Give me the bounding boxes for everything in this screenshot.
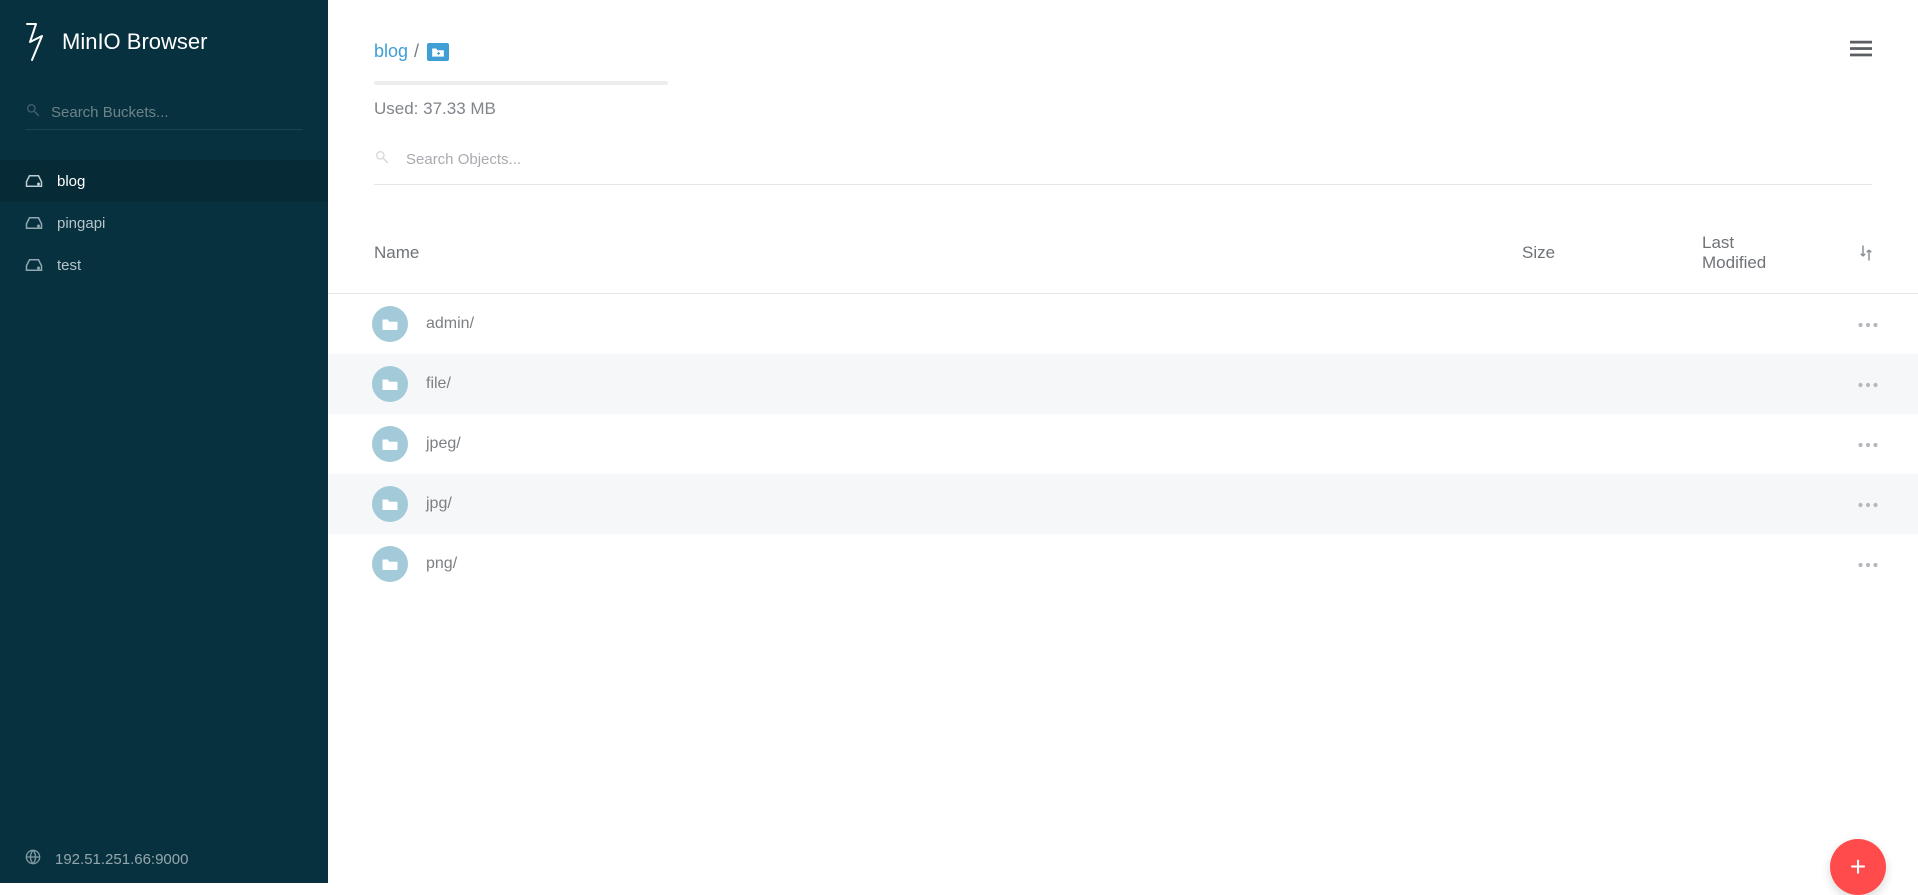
- table-body: admin/file/jpeg/jpg/png/: [328, 294, 1918, 594]
- sidebar-footer: 192.51.251.66:9000: [0, 835, 328, 883]
- folder-icon: [372, 546, 408, 582]
- breadcrumb-root[interactable]: blog: [374, 41, 408, 62]
- table-row[interactable]: admin/: [328, 294, 1918, 354]
- server-host: 192.51.251.66:9000: [55, 851, 188, 868]
- add-folder-button[interactable]: [427, 43, 449, 61]
- drive-icon: [25, 214, 43, 232]
- table-row[interactable]: jpg/: [328, 474, 1918, 534]
- folder-icon: [372, 306, 408, 342]
- app-title: MinIO Browser: [62, 29, 207, 55]
- table-row[interactable]: jpeg/: [328, 414, 1918, 474]
- bucket-label: blog: [57, 173, 85, 190]
- usage-text: Used: 37.33 MB: [374, 99, 1872, 119]
- minio-logo-icon: [20, 22, 48, 62]
- sort-icon[interactable]: [1860, 245, 1872, 261]
- row-menu-button[interactable]: [1858, 555, 1878, 573]
- search-icon: [374, 149, 390, 170]
- object-search-input[interactable]: [406, 151, 1872, 168]
- col-header-size[interactable]: Size: [1522, 243, 1702, 263]
- object-search-wrap: [374, 149, 1872, 185]
- col-header-name[interactable]: Name: [374, 243, 1522, 263]
- drive-icon: [25, 256, 43, 274]
- usage-bar: [374, 81, 668, 85]
- sidebar: MinIO Browser blog pingapi test: [0, 0, 328, 883]
- row-menu-button[interactable]: [1858, 315, 1878, 333]
- breadcrumb: blog /: [374, 41, 449, 62]
- col-header-modified[interactable]: Last Modified: [1702, 233, 1800, 273]
- object-name: png/: [426, 555, 457, 573]
- main: blog / Used: 37.33 MB Name Size Last Mod…: [328, 0, 1918, 883]
- bucket-search-wrap: [25, 102, 303, 130]
- table-row[interactable]: png/: [328, 534, 1918, 594]
- object-name: file/: [426, 375, 451, 393]
- drive-icon: [25, 172, 43, 190]
- row-menu-button[interactable]: [1858, 495, 1878, 513]
- bucket-list: blog pingapi test: [0, 160, 328, 286]
- usage-wrap: Used: 37.33 MB: [374, 81, 1872, 119]
- bucket-item-test[interactable]: test: [0, 244, 328, 286]
- object-name: admin/: [426, 315, 474, 333]
- folder-icon: [372, 426, 408, 462]
- folder-icon: [372, 366, 408, 402]
- top-row: blog /: [328, 0, 1918, 63]
- object-table: Name Size Last Modified admin/file/jpeg/…: [328, 215, 1918, 594]
- table-row[interactable]: file/: [328, 354, 1918, 414]
- row-menu-button[interactable]: [1858, 435, 1878, 453]
- object-name: jpg/: [426, 495, 452, 513]
- bucket-item-blog[interactable]: blog: [0, 160, 328, 202]
- bucket-item-pingapi[interactable]: pingapi: [0, 202, 328, 244]
- bucket-search-input[interactable]: [51, 104, 303, 121]
- search-icon: [25, 102, 41, 123]
- object-name: jpeg/: [426, 435, 461, 453]
- table-header: Name Size Last Modified: [328, 215, 1918, 294]
- globe-icon: [25, 849, 41, 869]
- fab-add-button[interactable]: +: [1830, 839, 1886, 895]
- folder-icon: [372, 486, 408, 522]
- bucket-label: test: [57, 257, 81, 274]
- brand: MinIO Browser: [0, 0, 328, 72]
- breadcrumb-sep: /: [414, 41, 419, 62]
- bucket-label: pingapi: [57, 215, 105, 232]
- hamburger-menu-button[interactable]: [1850, 40, 1872, 63]
- row-menu-button[interactable]: [1858, 375, 1878, 393]
